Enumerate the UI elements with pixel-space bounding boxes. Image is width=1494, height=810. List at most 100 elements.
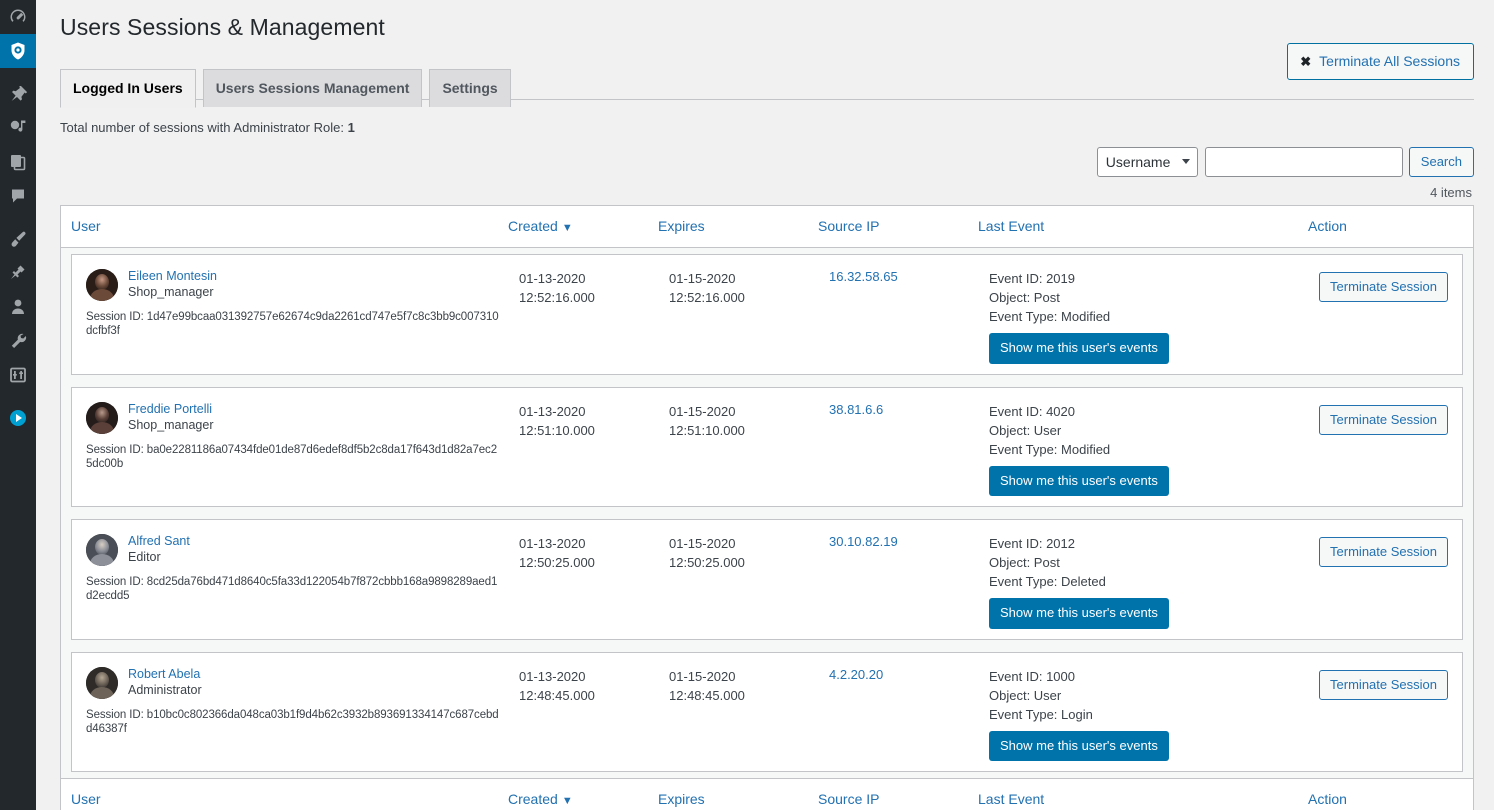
column-label-action: Action (1308, 217, 1347, 234)
shield-eye-icon (8, 41, 28, 61)
show-user-events-button[interactable]: Show me this user's events (989, 730, 1169, 762)
terminate-session-button[interactable]: Terminate Session (1319, 272, 1448, 303)
session-card: Alfred Sant Editor Session ID: 8cd25da76bd… (71, 519, 1463, 640)
sidebar-divider-3 (0, 392, 36, 401)
show-user-events-button[interactable]: Show me this user's events (989, 465, 1169, 497)
sidebar-item-users[interactable] (0, 290, 36, 324)
avatar (86, 269, 118, 302)
sliders-icon (8, 365, 28, 385)
play-circle-icon (8, 408, 28, 428)
source-ip-link[interactable]: 4.2.20.20 (829, 667, 883, 682)
table-row-cell: Alfred Sant Editor Session ID: 8cd25da76bd… (61, 513, 1473, 646)
dashboard-icon (8, 7, 28, 27)
sidebar-item-wp-activity-log[interactable] (0, 34, 44, 68)
footer-column-header-user[interactable]: User (61, 778, 498, 810)
table-row-cell: Robert Abela Administrator Session ID: b10… (61, 645, 1473, 779)
column-header-user[interactable]: User (61, 205, 498, 249)
user-name-link[interactable]: Robert Abela (128, 667, 202, 682)
cell-created: 01-13-2020 12:51:10.000 (509, 388, 659, 450)
user-name-link[interactable]: Freddie Portelli (128, 402, 213, 417)
session-id: Session ID: b10bc0c802366da048ca03b1f9d4… (86, 708, 499, 735)
table-row: Eileen Montesin Shop_manager Session ID: 1… (61, 248, 1473, 381)
source-ip-link[interactable]: 38.81.6.6 (829, 402, 883, 417)
column-header-action: Action (1298, 205, 1473, 249)
sidebar-item-pages[interactable] (0, 145, 36, 179)
event-object: Object: Post (989, 290, 1060, 306)
footer-sort-desc-icon: ▼ (561, 795, 573, 808)
column-label-source-ip: Source IP (818, 217, 880, 234)
terminate-session-button[interactable]: Terminate Session (1319, 404, 1448, 435)
cell-source-ip: 16.32.58.65 (819, 255, 979, 294)
sidebar-item-plugins[interactable] (0, 256, 36, 290)
footer-column-header-last-event[interactable]: Last Event (968, 778, 1298, 810)
footer-column-label-user: User (71, 791, 101, 808)
sidebar-item-tools[interactable] (0, 324, 36, 358)
footer-column-label-expires: Expires (658, 791, 705, 808)
sidebar-item-appearance[interactable] (0, 222, 36, 256)
top-items-count: 4 items (1430, 184, 1472, 200)
footer-column-header-created[interactable]: Created ▼ (498, 778, 648, 810)
search-input[interactable] (1204, 146, 1403, 177)
footer-column-header-expires[interactable]: Expires (648, 778, 808, 810)
source-ip-link[interactable]: 16.32.58.65 (829, 269, 898, 284)
terminate-session-button[interactable]: Terminate Session (1319, 537, 1448, 568)
sidebar-item-dashboard[interactable] (0, 0, 36, 34)
tab-logged-in-users[interactable]: Logged In Users (60, 69, 196, 108)
created-date: 01-13-2020 (519, 668, 586, 684)
cell-last-event: Event ID: 4020 Object: User Event Type: Mo… (979, 388, 1309, 507)
show-user-events-button[interactable]: Show me this user's events (989, 333, 1169, 364)
show-user-events-button[interactable]: Show me this user's events (989, 598, 1169, 629)
event-type: Event Type: Deleted (989, 574, 1106, 590)
column-header-expires[interactable]: Expires (648, 205, 808, 249)
table-row: Freddie Portelli Shop_manager Session ID: … (61, 380, 1473, 514)
footer-column-label-last-event: Last Event (978, 791, 1045, 808)
cell-user: Robert Abela Administrator Session ID: b10… (72, 653, 509, 746)
sidebar-item-settings[interactable] (0, 358, 36, 392)
sidebar-item-collapse-menu[interactable] (0, 401, 36, 435)
column-label-last-event: Last Event (978, 217, 1045, 234)
expires-date: 01-15-2020 (669, 536, 736, 552)
tab-users-sessions-management[interactable]: Users Sessions Management (202, 69, 423, 107)
cell-action: Terminate Session (1309, 255, 1462, 312)
plug-icon (8, 263, 28, 283)
event-object: Object: Post (989, 555, 1060, 571)
cell-action: Terminate Session (1309, 388, 1462, 445)
cell-action: Terminate Session (1309, 520, 1462, 577)
cell-created: 01-13-2020 12:48:45.000 (509, 653, 659, 715)
column-header-created[interactable]: Created ▼ (498, 205, 648, 249)
source-ip-link[interactable]: 30.10.82.19 (829, 534, 898, 549)
cell-source-ip: 30.10.82.19 (819, 520, 979, 559)
event-object: Object: User (989, 687, 1062, 703)
table-body: Eileen Montesin Shop_manager Session ID: 1… (61, 248, 1473, 779)
sidebar-divider-2 (0, 213, 36, 222)
column-header-source-ip[interactable]: Source IP (808, 205, 968, 249)
sessions-table: User Created ▼ Expires Source IP Last Eve… (60, 204, 1474, 810)
session-card: Eileen Montesin Shop_manager Session ID: 1… (71, 254, 1463, 375)
footer-column-header-source-ip[interactable]: Source IP (808, 778, 968, 810)
column-header-last-event[interactable]: Last Event (968, 205, 1298, 249)
sidebar-item-posts[interactable] (0, 77, 36, 111)
event-id: Event ID: 2019 (989, 271, 1075, 287)
tablenav-top: Username Search 4 items (60, 146, 1474, 205)
content-wrap: Users Sessions & Management ✖ Terminate … (36, 0, 1494, 810)
avatar (86, 401, 118, 434)
sidebar-divider-1 (0, 68, 36, 77)
table-row: Alfred Sant Editor Session ID: 8cd25da76bd… (61, 513, 1473, 646)
sidebar-item-media[interactable] (0, 111, 36, 145)
column-label-user: User (71, 217, 101, 234)
user-name-link[interactable]: Alfred Sant (128, 534, 190, 549)
tab-settings[interactable]: Settings (429, 69, 511, 107)
pages-icon (8, 152, 28, 172)
user-name-link[interactable]: Eileen Montesin (128, 269, 217, 284)
search-submit-button[interactable]: Search (1408, 146, 1474, 177)
user-role: Shop_manager (128, 417, 214, 432)
avatar (86, 534, 118, 567)
footer-column-header-action: Action (1298, 778, 1473, 810)
cell-user: Eileen Montesin Shop_manager Session ID: 1… (72, 255, 509, 348)
sidebar-item-comments[interactable] (0, 179, 36, 213)
created-date: 01-13-2020 (519, 536, 586, 552)
created-time: 12:48:45.000 (519, 687, 595, 703)
search-field-select[interactable]: Username (1096, 146, 1198, 177)
created-date: 01-13-2020 (519, 271, 586, 287)
terminate-session-button[interactable]: Terminate Session (1319, 669, 1448, 700)
